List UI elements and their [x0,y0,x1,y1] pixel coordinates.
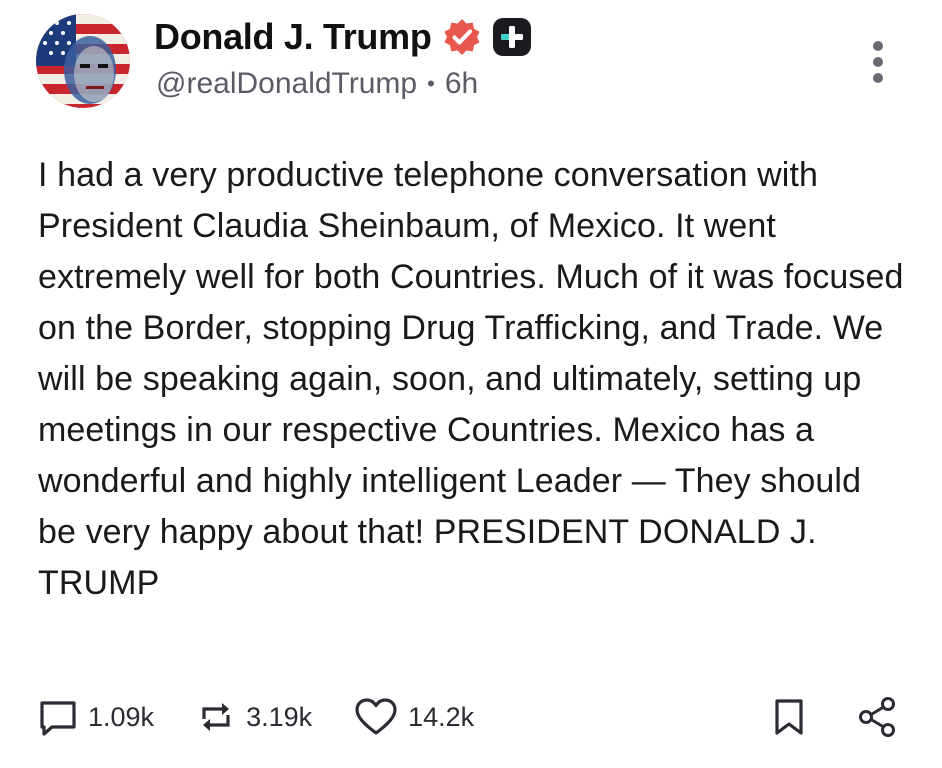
bookmark-icon [775,699,803,735]
display-name[interactable]: Donald J. Trump [154,16,432,58]
heart-icon [355,698,397,735]
flag-portrait-avatar-image [36,14,130,108]
author-meta-row: @realDonaldTrump • 6h [156,64,478,104]
avatar[interactable] [36,14,130,108]
share-button[interactable] [856,696,898,738]
like-button[interactable]: 14.2k [354,697,474,737]
repost-button[interactable]: 3.19k [196,697,312,737]
vertical-ellipsis-icon [873,41,883,83]
plus-badge-icon [492,17,532,57]
reply-button[interactable]: 1.09k [38,697,154,737]
author-handle[interactable]: @realDonaldTrump [156,67,417,101]
share-icon [859,697,895,737]
post-text: I had a very productive telephone conver… [38,156,904,602]
more-options-button[interactable] [860,40,896,84]
bookmark-button[interactable] [772,697,806,737]
meta-separator: • [427,71,435,96]
comment-icon [40,701,76,736]
post-timestamp[interactable]: 6h [445,67,478,101]
verified-badge-icon [442,17,482,57]
author-name-row: Donald J. Trump [154,12,532,62]
reply-count: 1.09k [88,701,155,732]
like-count: 14.2k [408,701,475,732]
repost-icon [202,703,230,731]
post-action-bar: 1.09k 3.19k 14.2k [38,692,516,742]
post-secondary-actions [772,692,898,742]
repost-count: 3.19k [246,701,313,732]
